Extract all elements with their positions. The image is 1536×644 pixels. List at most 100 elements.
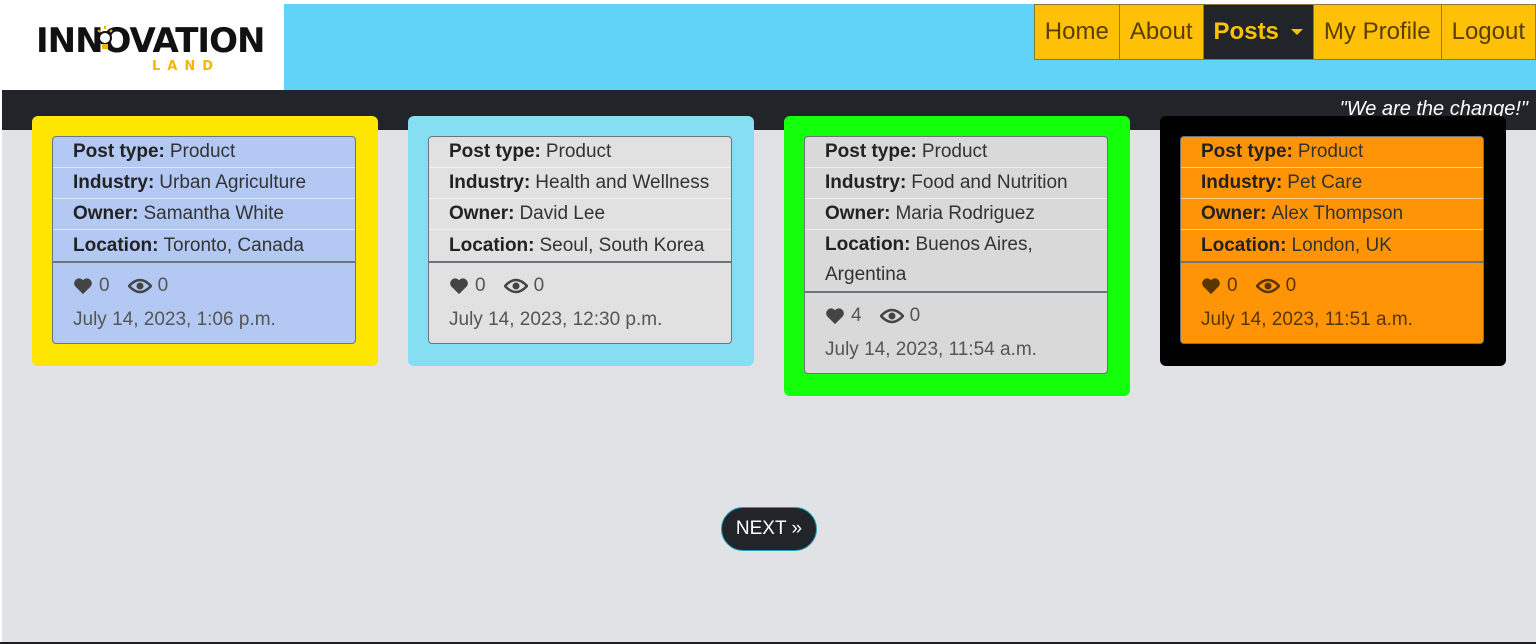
post-date: July 14, 2023, 11:51 a.m. — [1201, 309, 1413, 330]
post-date: July 14, 2023, 11:54 a.m. — [825, 339, 1037, 360]
owner-value: Maria Rodriguez — [895, 203, 1035, 224]
nav-logout-link[interactable]: Logout — [1440, 4, 1536, 60]
post-card-body: Post type: Product Industry: Pet Care Owne… — [1180, 136, 1484, 344]
brand-logo[interactable]: INNOVATION LAND — [2, 4, 284, 90]
industry-row: Industry: Food and Nutrition — [805, 168, 1107, 199]
eye-icon — [879, 308, 904, 324]
eye-icon — [503, 278, 528, 294]
industry-row: Industry: Health and Wellness — [429, 168, 731, 199]
eye-icon — [1255, 278, 1280, 294]
industry-label: Industry: — [449, 172, 531, 193]
eye-icon — [127, 278, 152, 294]
like-count[interactable]: 0 — [1201, 275, 1238, 297]
next-page-button[interactable]: NEXT » — [721, 507, 817, 551]
heart-icon — [450, 278, 468, 295]
post-type-label: Post type: — [1201, 141, 1293, 162]
owner-label: Owner: — [825, 203, 891, 224]
owner-value: Alex Thompson — [1271, 203, 1404, 224]
industry-row: Industry: Pet Care — [1181, 168, 1483, 199]
post-type-value: Product — [169, 141, 236, 162]
location-row: Location: Buenos Aires, Argentina — [805, 230, 1107, 291]
post-date: July 14, 2023, 12:30 p.m. — [449, 309, 663, 330]
owner-label: Owner: — [1201, 203, 1267, 224]
location-label: Location: — [449, 234, 535, 256]
caret-down-icon — [1290, 29, 1303, 35]
post-card-body: Post type: Product Industry: Health and We… — [428, 136, 732, 344]
owner-value: David Lee — [519, 203, 606, 224]
post-card-body: Post type: Product Industry: Food and Nutr… — [804, 136, 1108, 374]
industry-label: Industry: — [1201, 172, 1283, 193]
navbar: INNOVATION LAND Home About Posts My Prof… — [2, 4, 1536, 90]
nav-posts-dropdown[interactable]: Posts — [1202, 4, 1314, 60]
owner-row: Owner: Samantha White — [53, 199, 355, 230]
view-count: 0 — [879, 305, 921, 327]
post-type-label: Post type: — [825, 141, 917, 162]
heart-icon — [1202, 278, 1220, 295]
owner-label: Owner: — [73, 203, 139, 224]
view-count: 0 — [127, 275, 169, 297]
like-count-value: 4 — [851, 305, 862, 326]
location-label: Location: — [1201, 234, 1287, 256]
post-card-body: Post type: Product Industry: Urban Agricul… — [52, 136, 356, 344]
industry-label: Industry: — [825, 172, 907, 193]
owner-label: Owner: — [449, 203, 515, 224]
post-card[interactable]: Post type: Product Industry: Health and We… — [408, 116, 754, 366]
heart-icon — [826, 308, 844, 325]
nav-my-profile-link[interactable]: My Profile — [1312, 4, 1442, 60]
location-row: Location: Toronto, Canada — [53, 230, 355, 261]
post-stats: 0 0 — [429, 263, 731, 309]
nav-about-link[interactable]: About — [1118, 4, 1204, 60]
location-value: London, UK — [1291, 234, 1392, 256]
nav-posts-label: Posts — [1213, 18, 1279, 45]
like-count-value: 0 — [475, 275, 486, 296]
owner-row: Owner: Alex Thompson — [1181, 199, 1483, 230]
post-type-value: Product — [545, 141, 612, 162]
post-type-row: Post type: Product — [53, 137, 355, 168]
like-count-value: 0 — [99, 275, 110, 296]
nav-home-link[interactable]: Home — [1033, 4, 1120, 60]
post-card[interactable]: Post type: Product Industry: Urban Agricul… — [32, 116, 378, 366]
industry-value: Health and Wellness — [535, 172, 710, 193]
like-count[interactable]: 0 — [449, 275, 486, 297]
location-value: Seoul, South Korea — [539, 234, 705, 256]
post-type-row: Post type: Product — [1181, 137, 1483, 168]
industry-value: Pet Care — [1287, 172, 1363, 193]
owner-value: Samantha White — [143, 203, 284, 224]
post-type-value: Product — [921, 141, 988, 162]
view-count-value: 0 — [909, 305, 921, 326]
location-label: Location: — [73, 234, 159, 256]
post-stats: 0 0 — [1181, 263, 1483, 309]
location-row: Location: London, UK — [1181, 230, 1483, 261]
location-value: Toronto, Canada — [163, 234, 305, 256]
heart-icon — [74, 278, 92, 295]
industry-label: Industry: — [73, 172, 155, 193]
view-count: 0 — [503, 275, 544, 297]
post-type-row: Post type: Product — [805, 137, 1107, 168]
post-type-value: Product — [1297, 141, 1364, 162]
post-type-label: Post type: — [73, 141, 165, 162]
nav-menu: Home About Posts My Profile Logout — [1033, 4, 1536, 60]
location-row: Location: Seoul, South Korea — [429, 230, 731, 261]
post-stats: 4 0 — [805, 293, 1107, 339]
post-stats: 0 0 — [53, 263, 355, 309]
location-label: Location: — [825, 234, 911, 255]
owner-row: Owner: Maria Rodriguez — [805, 199, 1107, 230]
like-count[interactable]: 0 — [73, 275, 110, 297]
lightbulb-icon — [97, 26, 113, 49]
post-date: July 14, 2023, 1:06 p.m. — [73, 309, 276, 330]
post-card[interactable]: Post type: Product Industry: Pet Care Owne… — [1160, 116, 1506, 366]
post-type-row: Post type: Product — [429, 137, 731, 168]
post-type-label: Post type: — [449, 141, 541, 162]
logo-main-text: INNOVATION — [36, 21, 265, 61]
industry-value: Urban Agriculture — [159, 172, 307, 193]
logo-sub-text: LAND — [152, 59, 221, 74]
view-count-value: 0 — [157, 275, 169, 296]
view-count: 0 — [1255, 275, 1297, 297]
industry-row: Industry: Urban Agriculture — [53, 168, 355, 199]
view-count-value: 0 — [1285, 275, 1297, 296]
owner-row: Owner: David Lee — [429, 199, 731, 230]
industry-value: Food and Nutrition — [911, 172, 1068, 193]
like-count-value: 0 — [1227, 275, 1238, 296]
post-card[interactable]: Post type: Product Industry: Food and Nutr… — [784, 116, 1130, 396]
like-count[interactable]: 4 — [825, 305, 862, 327]
